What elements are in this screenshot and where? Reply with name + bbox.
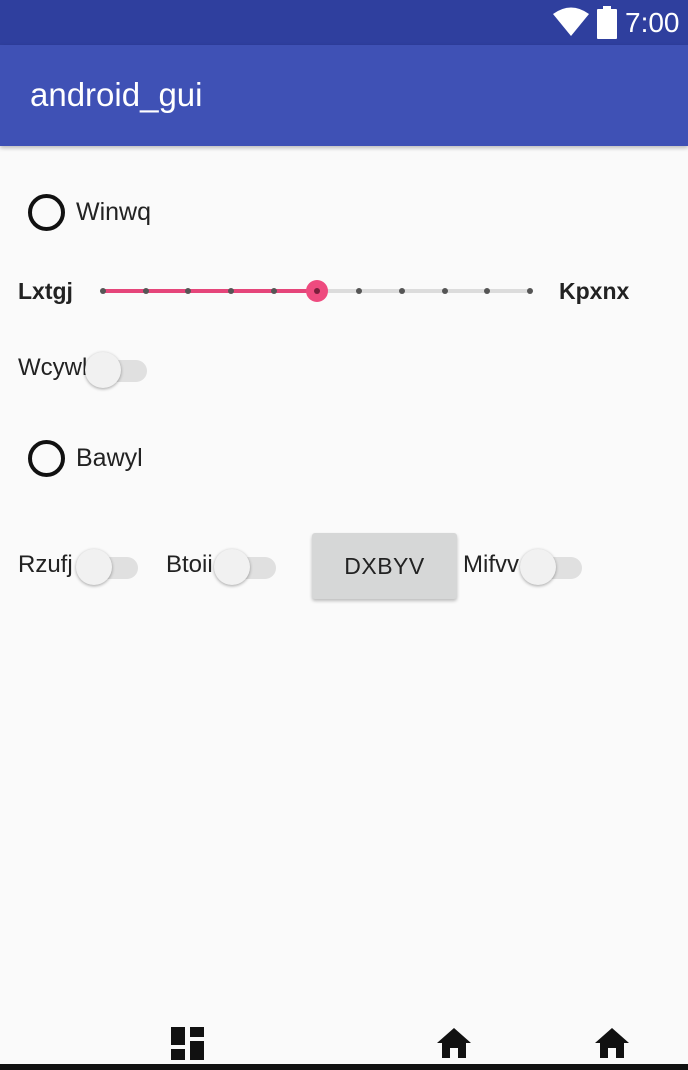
slider-thumb-dot xyxy=(313,288,320,294)
app-bar: android_gui xyxy=(0,45,688,146)
discrete-slider[interactable] xyxy=(100,275,533,307)
switch-mifvv[interactable]: Mifvv xyxy=(463,545,582,585)
switch-label: Mifvv xyxy=(463,551,519,578)
dxbyv-button[interactable]: DXBYV xyxy=(312,533,457,599)
navigation-bar xyxy=(0,1064,688,1070)
switch-toggle[interactable] xyxy=(85,350,148,388)
switch-toggle[interactable] xyxy=(213,547,276,585)
slider-tick xyxy=(142,288,149,294)
slider-tick xyxy=(484,288,491,294)
slider-max-label: Kpxnx xyxy=(559,278,630,304)
slider-tick xyxy=(228,288,235,294)
switch-toggle[interactable] xyxy=(75,547,138,585)
battery-icon xyxy=(597,6,617,39)
radio-circle-icon xyxy=(28,193,65,231)
switch-thumb xyxy=(85,352,122,388)
status-bar: 7:00 xyxy=(0,0,688,45)
slider-tick xyxy=(100,288,106,294)
radio-label: Winwq xyxy=(76,197,152,226)
wifi-icon xyxy=(553,7,589,36)
home-icon[interactable] xyxy=(436,1027,472,1059)
switch-wcywl[interactable]: Wcywl xyxy=(18,348,148,388)
screen: 7:00 android_gui Winwq Lxtgj Kpxnx Wcywl… xyxy=(0,0,688,1070)
radio-winwq[interactable]: Winwq xyxy=(28,193,151,231)
radio-label: Bawyl xyxy=(76,443,143,472)
switch-label: Rzufj xyxy=(18,551,73,578)
home-icon[interactable] xyxy=(594,1027,630,1059)
slider-thumb[interactable] xyxy=(305,280,328,302)
status-time: 7:00 xyxy=(625,7,680,38)
slider-track-filled xyxy=(103,289,317,293)
slider-min-label: Lxtgj xyxy=(18,278,73,304)
slider-tick xyxy=(441,288,448,294)
switch-thumb xyxy=(213,549,250,585)
slider-tick xyxy=(398,288,405,294)
switch-thumb xyxy=(520,549,556,585)
slider-tick xyxy=(356,288,363,294)
switch-btoii[interactable]: Btoii xyxy=(166,545,276,585)
dashboard-icon[interactable] xyxy=(171,1027,204,1060)
switch-label: Btoii xyxy=(166,551,213,578)
switch-rzufj[interactable]: Rzufj xyxy=(18,545,138,585)
switch-label: Wcywl xyxy=(18,354,88,381)
app-title: android_gui xyxy=(30,76,203,113)
slider-tick xyxy=(527,288,533,294)
switch-thumb xyxy=(75,549,112,585)
switch-toggle[interactable] xyxy=(520,547,582,585)
radio-bawyl[interactable]: Bawyl xyxy=(28,439,143,477)
slider-tick xyxy=(270,288,277,294)
radio-circle-icon xyxy=(28,439,65,477)
slider-tick xyxy=(185,288,192,294)
